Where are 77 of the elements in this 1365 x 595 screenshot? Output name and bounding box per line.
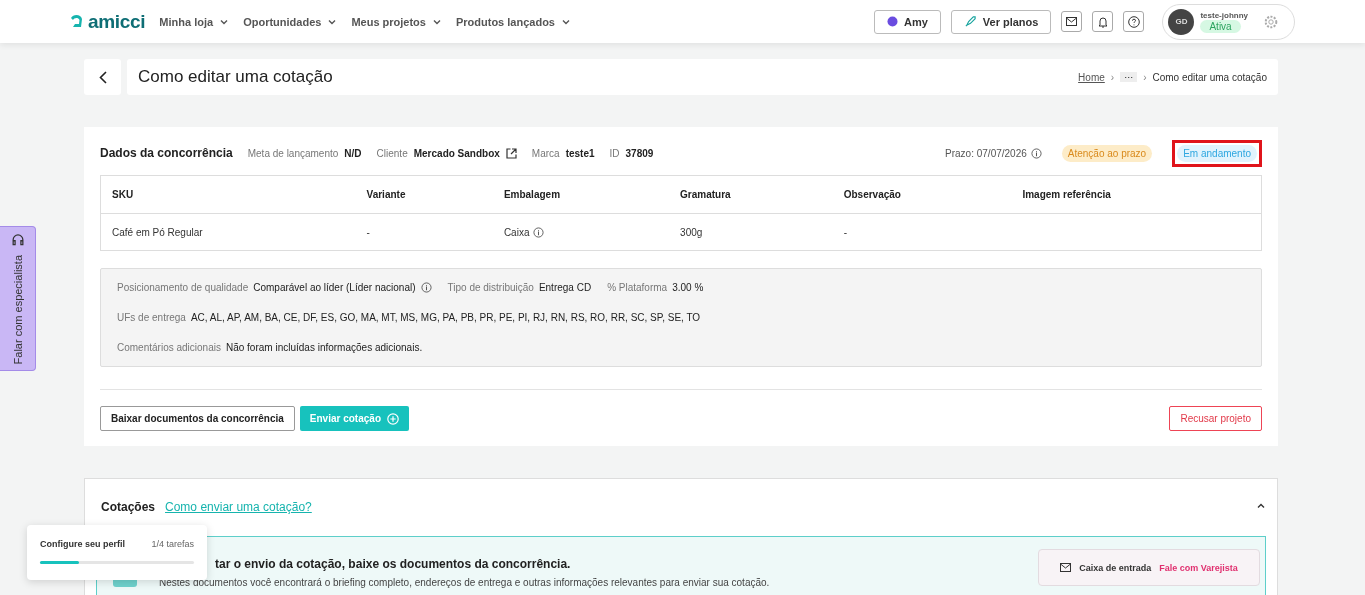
table-cell: 300g [680,226,703,238]
bell-icon [1097,15,1108,28]
deadline-text: Prazo: 07/07/2026 [945,147,1027,159]
detail-value: 3.00 % [672,282,704,293]
external-link-icon[interactable] [505,147,517,159]
detail-value: Não foram incluídas informações adicionais. [225,342,423,353]
detail-label: Comentários adicionais [117,342,221,353]
section-title: Cotações [101,499,156,514]
help-icon [1127,15,1140,28]
back-button[interactable] [84,59,121,95]
help-button[interactable] [1123,11,1145,32]
table-cell: - [366,226,370,238]
plans-button[interactable]: Ver planos [950,9,1052,34]
detail-label: UFs de entrega [117,312,186,323]
column-header: Imagem referência [1011,175,1262,214]
column-header: Embalagem [492,175,670,214]
user-name: teste-johnny [1200,10,1248,20]
meta-label: Meta de lançamento [247,147,339,159]
meta-label: Marca [531,147,560,159]
column-header: SKU [100,175,356,214]
detail-label: Posicionamento de qualidade [117,282,249,293]
detail-value: Entrega CD [538,282,592,293]
status-badge: Em andamento [1177,144,1257,162]
chevron-up-icon [1256,501,1266,511]
inbox-label: Caixa de entrada [1079,562,1152,573]
table-cell: Caixa [503,226,530,238]
amy-button[interactable]: Amy [873,9,941,34]
meta-value: teste1 [565,147,595,159]
detail-value: Comparável ao líder (Líder nacional) [253,282,416,293]
nav-menu[interactable]: Minha loja [159,15,230,28]
plus-circle-icon [387,412,399,425]
breadcrumb-link[interactable]: Home [1078,71,1105,83]
meta-value: 37809 [625,147,654,159]
profile-popup[interactable]: Configure seu perfil 1/4 tarefas [27,525,207,580]
detail-label: Tipo de distribuição [447,282,534,293]
specialist-tab[interactable]: Falar com especialista [0,226,36,371]
meta-label: Cliente [376,147,408,159]
amicci-logo[interactable]: amicci [68,10,146,33]
task-count: 1/4 tarefas [151,539,194,549]
status-badge: Atenção ao prazo [1061,144,1153,162]
nav-menu[interactable]: Produtos lançados [455,15,571,28]
inbox-popup[interactable]: Caixa de entrada Fale com Varejista [1038,549,1260,586]
mail-button[interactable] [1061,11,1083,32]
refuse-button[interactable]: Recusar projeto [1169,406,1262,431]
user-avatar: GD [1168,8,1195,35]
breadcrumb-separator: › [1110,71,1115,83]
column-header: Observação [832,175,1012,214]
column-header: Gramatura [669,175,833,214]
breadcrumb-separator: › [1143,71,1147,83]
download-button[interactable]: Baixar documentos da concorrência [100,406,295,431]
breadcrumb-ellipsis[interactable]: ··· [1120,72,1138,82]
mail-icon [1060,563,1072,572]
detail-value: AC, AL, AP, AM, BA, CE, DF, ES, GO, MA, MT, MS, MG, PA, PB, PR, PE, PI, RJ, RN, RS, RO, RR, SC, SP, SE, TO [190,312,701,323]
table-cell: Café em Pó Regular [112,226,203,238]
info-icon [533,226,545,238]
banner-text: Nestes documentos você encontrará o briefing completo, endereços de entrega e outras informações relevantes para enviar sua cotação. [159,577,770,588]
orb-icon [886,16,898,27]
detail-label: % Plataforma [607,282,668,293]
client-link[interactable]: Mercado Sandbox [413,147,500,159]
nav-menu[interactable]: Meus projetos [351,15,442,28]
nav-menu[interactable]: Oportunidades [243,15,338,28]
mail-icon [1066,17,1078,26]
chevron-left-icon [98,70,107,84]
column-header: Variante [355,175,493,214]
meta-value: N/D [344,147,362,159]
info-icon [1030,147,1042,159]
popup-title: Configure seu perfil [40,539,125,549]
status-badge: Ativa [1200,19,1241,33]
banner-title: tar o envio da cotação, baixe os documentos da concorrência. [215,557,572,571]
meta-label: ID [609,147,620,159]
notifications-button[interactable] [1092,11,1114,32]
headset-icon [10,233,25,247]
table-cell: - [843,226,848,238]
page-title: Como editar uma cotação [138,67,333,87]
retailer-link[interactable]: Fale com Varejista [1159,562,1238,573]
breadcrumb-current: Como editar uma cotação [1152,71,1267,83]
section-title: Dados da concorrência [100,146,233,160]
